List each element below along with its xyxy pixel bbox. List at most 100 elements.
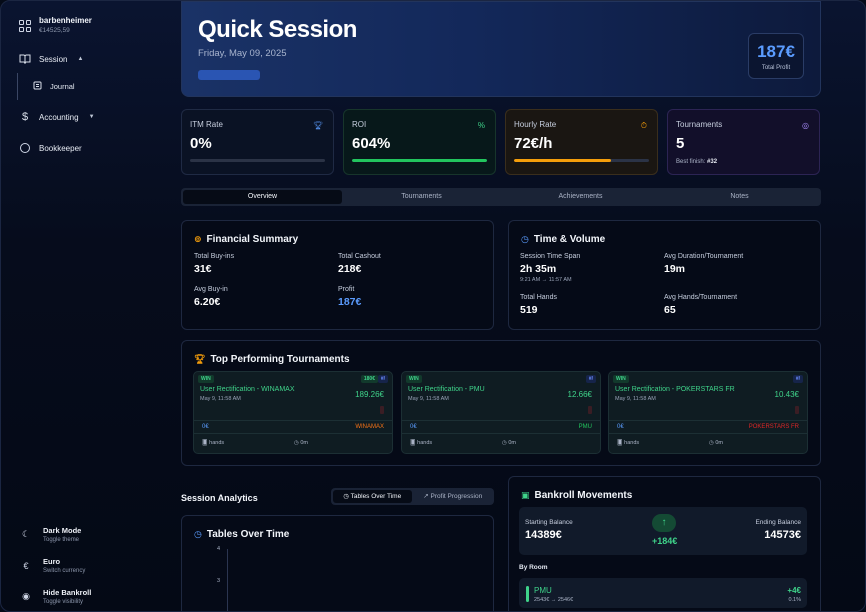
currency-toggle[interactable]: € Euro Switch currency — [21, 557, 85, 574]
tab-tournaments[interactable]: Tournaments — [342, 190, 501, 204]
avg-hands: Avg Hands/Tournament 65 — [664, 294, 738, 316]
setting-subtitle: Switch currency — [43, 568, 86, 574]
by-room-label: By Room — [519, 564, 548, 571]
card-title: ◷ Tables Over Time — [194, 529, 290, 540]
sidebar-item-label: Journal — [50, 82, 75, 91]
stat-value: 0% — [190, 135, 212, 152]
rank-badge: #/ — [377, 375, 388, 383]
clock-icon: ◷ — [709, 440, 714, 446]
dollar-icon: $ — [21, 111, 29, 123]
win-badge: WIN — [198, 375, 214, 383]
submenu-line — [17, 73, 18, 100]
tournament-date: May 9, 11:58 AM — [200, 396, 241, 402]
cards-icon: 🂠 — [617, 440, 623, 446]
tab-achievements[interactable]: Achievements — [501, 190, 660, 204]
setting-title: Euro — [43, 557, 61, 566]
moon-icon: ☾ — [21, 529, 31, 539]
sidebar-item-bookkeeper[interactable]: Bookkeeper — [19, 142, 82, 154]
tournament-amount: 10.43€ — [774, 390, 799, 399]
user-name: barbenheimer — [39, 16, 92, 25]
chart-y-axis — [227, 549, 228, 611]
tournament-amount: 12.66€ — [567, 390, 592, 399]
tournament-card[interactable]: WIN #/ User Rectification - POKERSTARS F… — [608, 371, 808, 454]
clock-icon: ◷ — [294, 440, 299, 446]
ending-balance: Ending Balance 14573€ — [755, 519, 801, 541]
hands-count: 🂠 hands — [617, 440, 640, 446]
chevron-up-icon: ▲ — [77, 56, 84, 62]
target-icon: ◎ — [802, 121, 809, 130]
sidebar-item-journal[interactable]: Journal — [33, 81, 75, 92]
status-marker — [380, 406, 384, 414]
room-name: WINAMAX — [355, 424, 384, 430]
page-title: Quick Session — [198, 16, 357, 43]
setting-title: Hide Bankroll — [43, 588, 92, 597]
user-profile[interactable]: barbenheimer €14525,59 — [19, 16, 92, 34]
duration: ◷ 0m — [709, 440, 723, 446]
hands-count: 🂠 hands — [410, 440, 433, 446]
stat-value: 5 — [676, 135, 685, 152]
stat-itm-rate: ITM Rate 🏆︎ 0% — [181, 109, 334, 175]
stat-roi: ROI % 604% — [343, 109, 496, 175]
payout-badge: 180€ — [360, 375, 378, 383]
hide-bankroll-toggle[interactable]: ◉ Hide Bankroll Toggle visibility — [21, 588, 91, 605]
app-window: barbenheimer €14525,59 Session ▲ Journal… — [0, 0, 866, 612]
tournament-details-row: 0€ POKERSTARS FR — [609, 420, 807, 434]
cards-icon: 🂠 — [410, 440, 416, 446]
hourly-progress-bar — [514, 159, 649, 162]
tab-notes[interactable]: Notes — [660, 190, 819, 204]
profit-progression-button[interactable]: ↗ Profit Progression — [414, 490, 493, 503]
clock-icon: ◷ — [194, 529, 202, 539]
sidebar-item-session[interactable]: Session ▲ — [19, 53, 83, 65]
sidebar-item-label: Session — [39, 54, 68, 64]
setting-subtitle: Toggle theme — [43, 537, 80, 543]
y-tick-label: 4 — [217, 546, 221, 552]
user-balance: €14525,59 — [39, 27, 70, 34]
trend-icon: ↗ — [423, 493, 429, 500]
win-badge: WIN — [406, 375, 422, 383]
wallet-icon: ▣ — [521, 490, 530, 500]
clock-icon: ⏱ — [640, 121, 647, 130]
card-title: ▣ Bankroll Movements — [521, 490, 633, 501]
room-row[interactable]: PMU 2543€ → 2546€ +4€ 0.1% — [519, 578, 807, 608]
arrow-up-icon: ↑ — [652, 514, 676, 532]
chevron-down-icon: ▼ — [88, 114, 95, 120]
starting-balance: Starting Balance 14389€ — [525, 519, 573, 541]
trophy-icon: 🏆︎ — [312, 121, 323, 130]
tables-over-time-button[interactable]: ◷ Tables Over Time — [333, 490, 412, 503]
card-title: ◷ Time & Volume — [521, 234, 606, 245]
profit: Profit 187€ — [338, 286, 362, 308]
session-date: Friday, May 09, 2025 — [198, 48, 287, 59]
dark-mode-toggle[interactable]: ☾ Dark Mode Toggle theme — [21, 526, 81, 543]
tournament-card[interactable]: WIN #/ User Rectification - PMU May 9, 1… — [401, 371, 601, 454]
stat-hourly-rate: Hourly Rate ⏱ 72€/h — [505, 109, 658, 175]
grid-icon — [19, 20, 31, 32]
clock-icon: ◷ — [343, 493, 349, 500]
stat-label: ITM Rate — [190, 120, 223, 129]
bankroll-delta: +184€ — [652, 536, 678, 546]
best-finish: Best finish: #32 — [676, 159, 718, 165]
clock-icon: ◷ — [521, 234, 529, 244]
session-time-span: Session Time Span 2h 35m 9:21 AM → 11:57… — [520, 253, 581, 283]
room-percent: 0.1% — [788, 597, 801, 603]
buyin-value: 0€ — [410, 424, 417, 430]
trophy-icon: 🏆︎ — [194, 354, 206, 364]
session-analytics-title: Session Analytics — [181, 493, 258, 503]
eye-icon: ◉ — [22, 591, 30, 601]
circle-icon — [20, 143, 30, 153]
coins-icon: ⊚ — [194, 234, 202, 244]
total-hands: Total Hands 519 — [520, 294, 557, 316]
setting-subtitle: Toggle visibility — [43, 599, 84, 605]
stat-label: Hourly Rate — [514, 120, 557, 129]
notebook-icon — [33, 81, 42, 92]
room-indicator — [526, 586, 529, 602]
stat-value: 72€/h — [514, 135, 553, 152]
tournament-amount: 189.26€ — [355, 390, 384, 399]
sidebar-item-accounting[interactable]: $ Accounting ▼ — [19, 111, 95, 123]
tab-overview[interactable]: Overview — [183, 190, 342, 204]
duration: ◷ 0m — [294, 440, 308, 446]
sidebar-item-label: Accounting — [39, 112, 79, 122]
stat-tournaments: Tournaments ◎ 5 Best finish: #32 — [667, 109, 820, 175]
tournament-card[interactable]: WIN 180€ #/ User Rectification - WINAMAX… — [193, 371, 393, 454]
time-volume-card: ◷ Time & Volume Session Time Span 2h 35m… — [508, 220, 821, 330]
total-profit-value: 187€ — [757, 42, 795, 61]
